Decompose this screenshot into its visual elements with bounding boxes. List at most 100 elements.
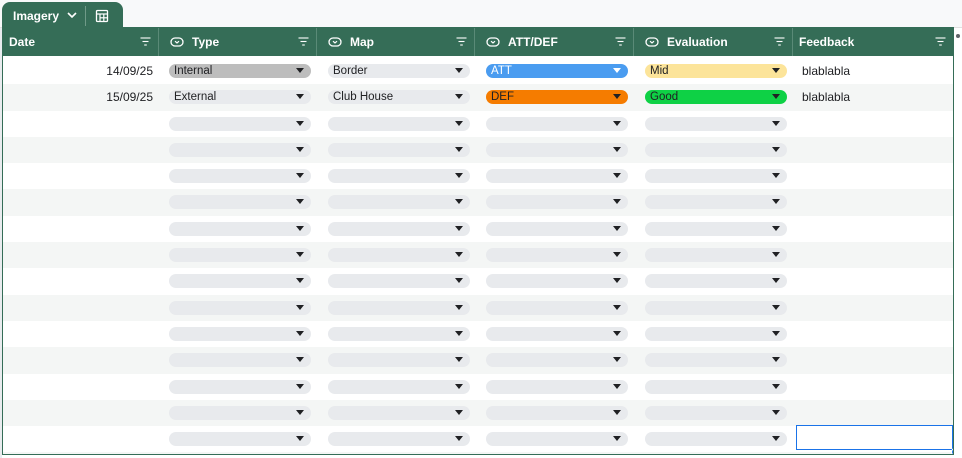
date-cell[interactable] (3, 242, 159, 268)
column-header-type[interactable]: Type (159, 28, 317, 56)
map-dropdown[interactable] (328, 353, 470, 368)
type-dropdown[interactable] (169, 169, 311, 184)
map-dropdown[interactable] (328, 116, 470, 131)
feedback-cell[interactable] (799, 347, 802, 373)
date-cell[interactable] (3, 189, 159, 215)
date-cell[interactable] (3, 137, 159, 163)
feedback-cell[interactable] (799, 295, 802, 321)
filter-icon[interactable] (615, 37, 626, 46)
evaluation-dropdown[interactable]: Good (645, 90, 787, 105)
date-cell[interactable] (3, 426, 159, 452)
table-tab-imagery[interactable]: Imagery (2, 2, 123, 29)
map-dropdown[interactable] (328, 326, 470, 341)
evaluation-dropdown[interactable] (645, 274, 787, 289)
map-dropdown[interactable] (328, 221, 470, 236)
attdef-dropdown[interactable]: DEF (486, 90, 628, 105)
date-cell[interactable] (3, 295, 159, 321)
attdef-dropdown[interactable] (486, 248, 628, 263)
date-cell[interactable] (3, 111, 159, 137)
type-dropdown[interactable] (169, 353, 311, 368)
feedback-cell[interactable] (799, 216, 802, 242)
date-cell[interactable] (3, 268, 159, 294)
attdef-dropdown[interactable] (486, 116, 628, 131)
type-dropdown[interactable] (169, 432, 311, 447)
date-cell[interactable] (3, 400, 159, 426)
map-dropdown[interactable] (328, 195, 470, 210)
feedback-cell[interactable] (799, 242, 802, 268)
evaluation-dropdown[interactable] (645, 221, 787, 236)
attdef-dropdown[interactable] (486, 405, 628, 420)
type-dropdown[interactable] (169, 379, 311, 394)
date-cell[interactable] (3, 163, 159, 189)
column-header-att-def[interactable]: ATT/DEF (475, 28, 634, 56)
attdef-dropdown[interactable]: ATT (486, 64, 628, 78)
map-dropdown[interactable] (328, 300, 470, 315)
attdef-dropdown[interactable] (486, 142, 628, 157)
map-dropdown[interactable] (328, 432, 470, 447)
column-header-date[interactable]: Date (3, 28, 159, 56)
filter-icon[interactable] (935, 37, 946, 46)
feedback-cell[interactable]: blablabla (799, 84, 850, 110)
evaluation-dropdown[interactable] (645, 326, 787, 341)
feedback-cell[interactable] (799, 452, 802, 454)
date-cell[interactable]: 14/09/25 (3, 58, 159, 84)
type-dropdown[interactable] (169, 300, 311, 315)
date-cell[interactable] (3, 321, 159, 347)
fill-handle[interactable] (951, 448, 953, 454)
attdef-dropdown[interactable] (486, 432, 628, 447)
feedback-cell[interactable] (799, 137, 802, 163)
attdef-dropdown[interactable] (486, 169, 628, 184)
map-dropdown[interactable] (328, 274, 470, 289)
filter-icon[interactable] (140, 37, 151, 46)
date-cell[interactable] (3, 347, 159, 373)
type-dropdown[interactable] (169, 116, 311, 131)
map-dropdown[interactable] (328, 379, 470, 394)
map-dropdown[interactable] (328, 248, 470, 263)
attdef-dropdown[interactable] (486, 221, 628, 236)
evaluation-dropdown[interactable] (645, 432, 787, 447)
evaluation-dropdown[interactable]: Mid (645, 64, 787, 78)
feedback-cell[interactable] (799, 374, 802, 400)
evaluation-dropdown[interactable] (645, 142, 787, 157)
feedback-cell[interactable] (799, 189, 802, 215)
attdef-dropdown[interactable] (486, 326, 628, 341)
feedback-cell[interactable] (799, 163, 802, 189)
type-dropdown[interactable]: Internal (169, 64, 311, 78)
evaluation-dropdown[interactable] (645, 116, 787, 131)
column-header-feedback[interactable]: Feedback (793, 28, 953, 56)
feedback-cell[interactable] (799, 111, 802, 137)
feedback-cell[interactable] (799, 400, 802, 426)
date-cell[interactable]: 15/09/25 (3, 84, 159, 110)
map-dropdown[interactable] (328, 142, 470, 157)
evaluation-dropdown[interactable] (645, 353, 787, 368)
column-header-map[interactable]: Map (317, 28, 475, 56)
attdef-dropdown[interactable] (486, 195, 628, 210)
map-dropdown[interactable] (328, 405, 470, 420)
evaluation-dropdown[interactable] (645, 195, 787, 210)
type-dropdown[interactable] (169, 405, 311, 420)
type-dropdown[interactable] (169, 326, 311, 341)
filter-icon[interactable] (456, 37, 467, 46)
chevron-down-icon[interactable] (67, 12, 77, 19)
date-cell[interactable] (3, 216, 159, 242)
evaluation-dropdown[interactable] (645, 300, 787, 315)
selected-cell[interactable] (796, 425, 953, 450)
type-dropdown[interactable]: External (169, 90, 311, 105)
feedback-cell[interactable] (799, 268, 802, 294)
filter-icon[interactable] (298, 37, 309, 46)
map-dropdown[interactable]: Club House (328, 90, 470, 105)
attdef-dropdown[interactable] (486, 353, 628, 368)
type-dropdown[interactable] (169, 221, 311, 236)
filter-icon[interactable] (774, 37, 785, 46)
feedback-cell[interactable]: blablabla (799, 58, 850, 84)
attdef-dropdown[interactable] (486, 379, 628, 394)
map-dropdown[interactable]: Border (328, 64, 470, 78)
evaluation-dropdown[interactable] (645, 248, 787, 263)
evaluation-dropdown[interactable] (645, 405, 787, 420)
attdef-dropdown[interactable] (486, 274, 628, 289)
date-cell[interactable] (3, 374, 159, 400)
table-view-icon[interactable] (95, 9, 109, 23)
feedback-cell[interactable] (799, 321, 802, 347)
type-dropdown[interactable] (169, 274, 311, 289)
map-dropdown[interactable] (328, 169, 470, 184)
